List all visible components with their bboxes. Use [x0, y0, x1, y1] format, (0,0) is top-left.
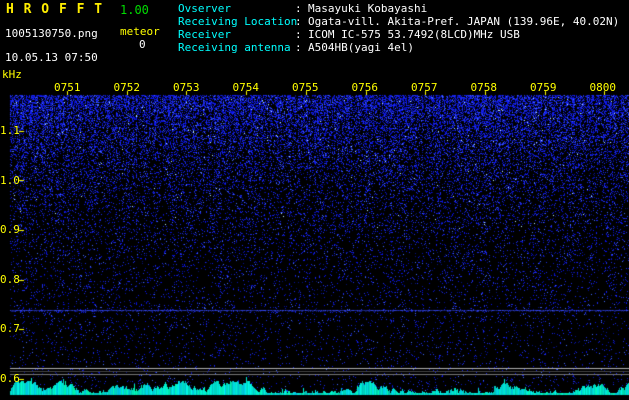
time-label: 0755 [292, 81, 319, 94]
info-label: Ovserver [178, 2, 231, 15]
info-value: Ogata-vill. Akita-Pref. JAPAN (139.96E, … [308, 15, 620, 28]
info-row-observer: Ovserver: Masayuki Kobayashi [178, 2, 619, 15]
mode-label: meteor [120, 25, 160, 38]
freq-label: 0.7 [0, 322, 20, 335]
hrofft-screen: H R O F F T 1.00 1005130750.png meteor 0… [0, 0, 629, 400]
time-label: 0754 [232, 81, 260, 94]
info-label: Receiving antenna [178, 41, 291, 54]
time-label: 0752 [113, 81, 141, 94]
time-label: 0800 [589, 81, 617, 94]
info-value: ICOM IC-575 53.7492(8LCD)MHz USB [308, 28, 520, 41]
freq-label: 1.0 [0, 174, 20, 187]
freq-label: 0.6 [0, 372, 20, 385]
info-separator: : [295, 28, 302, 41]
info-row-antenna: Receiving antenna: A504HB(yagi 4el) [178, 41, 619, 54]
info-separator: : [295, 15, 302, 28]
time-label: 0756 [351, 81, 379, 94]
time-label: 0753 [173, 81, 200, 94]
info-separator: : [295, 2, 302, 15]
time-label: 0759 [530, 81, 557, 94]
app-version: 1.00 [120, 3, 149, 17]
freq-label: 1.1 [0, 124, 20, 137]
output-filename: 1005130750.png [5, 27, 98, 40]
time-axis: 0751 0752 0753 0754 0755 0756 0757 0758 … [54, 81, 616, 94]
time-label: 0757 [411, 81, 438, 94]
time-label: 0751 [54, 81, 81, 94]
info-row-receiver: Receiver: ICOM IC-575 53.7492(8LCD)MHz US… [178, 28, 619, 41]
freq-label: 0.8 [0, 273, 20, 286]
app-title: H R O F F T [6, 2, 104, 17]
info-label: Receiving Location [178, 15, 298, 28]
station-info: Ovserver: Masayuki Kobayashi Receiving Lo… [178, 2, 619, 54]
meteor-count: 0 [139, 38, 146, 51]
info-label: Receiver [178, 28, 231, 41]
spectrogram-canvas [0, 62, 629, 400]
freq-label: 0.9 [0, 223, 20, 236]
info-row-location: Receiving Location: Ogata-vill. Akita-Pre… [178, 15, 619, 28]
info-value: A504HB(yagi 4el) [308, 41, 414, 54]
info-separator: : [295, 41, 302, 54]
info-value: Masayuki Kobayashi [308, 2, 428, 15]
time-label: 0758 [470, 81, 498, 94]
